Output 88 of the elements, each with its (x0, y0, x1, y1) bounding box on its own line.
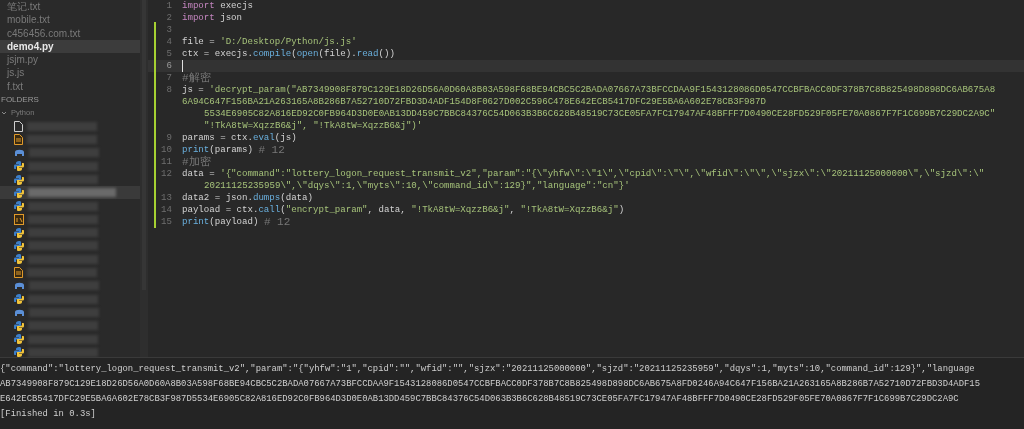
code-token: 'decrypt_param("AB7349908F879C129E18D26D56A0D60A8B03A598F68BE94CBC5C2BADA07667A73BFCCDAA9F1543128086D0547CCBFBACC0DF378B7C8B825498D898DC6AB675A8 (209, 84, 996, 96)
code-token: data2 = json. (182, 192, 253, 204)
document-icon (14, 134, 23, 146)
code-token: file = (182, 36, 216, 48)
code-token: json (219, 12, 243, 24)
line-number: 14 (161, 204, 172, 215)
code-token: "!TkA8tW=XqzzB6&j" (411, 204, 510, 216)
code-token: call (258, 204, 281, 216)
code-token: ctx = execjs. (182, 48, 253, 60)
code-token: data = (182, 168, 216, 180)
open-file-item[interactable]: mobile.txt (0, 13, 140, 27)
section-header: FOLDERS (1, 93, 39, 106)
line-number: 2 (166, 12, 172, 23)
code-token: 6A94C647F156BA21A263165A8B286B7A52710D72FBD3D4ADF154D8F0627D002C596C478E642ECB5417DFC29E5BA6A602E78CB3F987D (182, 96, 766, 108)
code-token: ()) (378, 48, 395, 60)
code-token: , data, (367, 204, 407, 216)
python-icon (14, 227, 24, 238)
code-token: 'D:/Desktop/Python/js.js' (220, 36, 357, 48)
python-icon (14, 187, 24, 198)
line-number: 10 (161, 144, 172, 155)
code-token: execjs (219, 0, 253, 12)
line-number: 8 (166, 84, 172, 95)
line-number: 9 (166, 132, 172, 143)
code-token: "!TkA8tW=XqzzB6&j" (520, 204, 619, 216)
file-icon (14, 120, 23, 132)
code-token: payload = ctx. (182, 204, 259, 216)
python-icon (14, 294, 24, 305)
line-number: 5 (166, 48, 172, 59)
code-token: (file). (318, 48, 357, 60)
output-line: AB7349908F879C129E18D26D56A0D60A8B03A598F68BE94CBC5C2BADA07667A73BFCCDAA9F1543128086D0547CCBFBACC0DF378B7C8B825498D898DC6AB675A8FD0246A94C647F156BA21A263165A8B286B7A52710D72FBD3D4ADF15 (0, 378, 980, 391)
document-icon (14, 267, 23, 279)
open-file-item[interactable]: f.txt (0, 79, 140, 94)
code-token: 5534E6905C82A816ED92C0FB964D3D0E0AB13DD459C7BBC84376C54D063B3B6C628B48519C73CE05FA7FC17947AF48BFFF7D0490CE28FD529F05FE70A0867F7F1C699B7C29DC2A9C" (204, 108, 996, 120)
line-number: 15 (161, 216, 172, 227)
line-number: 3 (166, 24, 172, 35)
code-token: ( (291, 48, 297, 60)
python-icon (14, 241, 24, 251)
code-token: "encrypt_param" (285, 204, 368, 216)
open-file-item[interactable]: js.js (0, 66, 140, 80)
code-token: ) (618, 204, 625, 216)
line-number: 7 (166, 72, 172, 83)
code-token: "!TkA8tW=XqzzB6&j", "!TkA8tW=XqzzB6&j")' (204, 120, 423, 132)
open-file-item[interactable]: 笔记.txt (0, 0, 140, 14)
open-file-item[interactable]: demo4.py (0, 39, 140, 54)
python-icon (14, 254, 24, 265)
python-icon (14, 174, 24, 185)
code-token: compile (252, 48, 292, 60)
code-token: open (296, 48, 319, 60)
line-number: 1 (166, 0, 172, 11)
line-number: 12 (161, 168, 172, 179)
line-number: 6 (166, 60, 172, 71)
code-token: js = (182, 84, 205, 96)
code-token: , (509, 204, 516, 216)
text-cursor (182, 60, 183, 72)
output-line: E642ECB5417DFC29E5BA6A602E78CB3F987D5534E6905C82A816ED92C0FB964D3D0E0AB13DD459C7BBC84376C54D063B3B6C628B48519C73CE05FA7FC17947AF48BFFF7D0490CE28FD529F05FE70A0867F7F1C699B7C29DC2A9C (0, 393, 959, 406)
code-token: #解密 (182, 72, 211, 84)
code-token: print (182, 144, 210, 156)
code-token: print (182, 216, 210, 228)
code-token: eval (252, 132, 275, 144)
code-token: import (182, 12, 215, 24)
code-token: (payload) (209, 216, 260, 228)
script-icon (14, 213, 24, 225)
line-number: 13 (161, 192, 172, 203)
code-token: 20211125235959\",\"dqys\":1,\"myts\":10,\"command_id\":129}","language":"cn"}' (204, 180, 630, 192)
file-tree-item[interactable] (0, 186, 140, 200)
line-number: 11 (161, 156, 172, 167)
line-number: 4 (166, 36, 172, 47)
code-token: (data) (280, 192, 313, 204)
code-token: #加密 (182, 156, 211, 168)
output-line: {"command":"lottery_logon_request_transmit_v2","param":"{"yhfw":"1","cpid":"","wfid":"","sjzx":"20211125000000","sjzd":"20211125235959","dqys":1,"myts":10,"command_id":129}","language (0, 363, 975, 376)
python-icon (14, 334, 24, 345)
code-token: '{"command":"lottery_logon_request_transmit_v2","param":"{\"yhfw\":\"1\",\"cpid\":\"\",\"wfid\":\"\",\"sjzx\":\"20211125000000\",\"sjzd\":\" (220, 168, 985, 180)
python-icon (14, 161, 24, 172)
code-token: # 12 (258, 144, 285, 156)
open-file-item[interactable]: c456456.com.txt (0, 26, 140, 40)
python-icon (14, 201, 24, 212)
code-token: read (356, 48, 379, 60)
code-token: # 12 (263, 216, 291, 228)
code-token: (js) (274, 132, 297, 144)
open-file-item[interactable]: jsjm.py (0, 53, 140, 67)
python-icon (14, 347, 24, 357)
code-token: dumps (252, 192, 281, 204)
output-line: [Finished in 0.3s] (0, 408, 96, 421)
python-icon (14, 320, 24, 331)
code-token: (params) (209, 144, 254, 156)
code-token: import (182, 0, 215, 12)
code-token: params = ctx. (182, 132, 253, 144)
code-token: ( (280, 204, 286, 216)
